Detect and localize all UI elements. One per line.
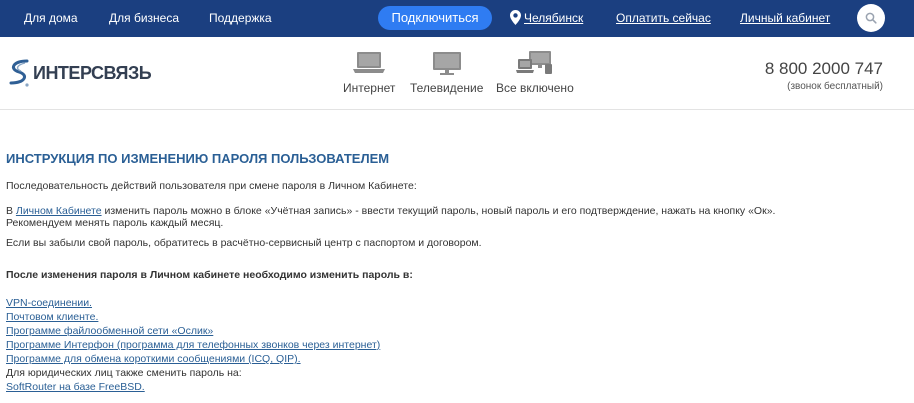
laptop-icon bbox=[353, 52, 386, 73]
nav-home-link[interactable]: Для дома bbox=[24, 11, 78, 25]
p2-rest: изменить пароль можно в блоке «Учётная з… bbox=[101, 205, 776, 217]
vpn-link[interactable]: VPN-соединении. bbox=[6, 296, 886, 310]
phone-block: 8 800 2000 747 (звонок бесплатный) bbox=[765, 59, 883, 92]
intro-paragraph: Последовательность действий пользователя… bbox=[6, 180, 417, 192]
page-title: ИНСТРУКЦИЯ ПО ИЗМЕНЕНИЮ ПАРОЛЯ ПОЛЬЗОВАТ… bbox=[6, 151, 390, 166]
search-button[interactable] bbox=[857, 4, 885, 32]
search-icon bbox=[865, 12, 877, 24]
oslik-link[interactable]: Программе файлообменной сети «Ослик» bbox=[6, 324, 886, 338]
forgot-password-paragraph: Если вы забыли свой пароль, обратитесь в… bbox=[6, 237, 482, 249]
legal-entities-note: Для юридических лиц также сменить пароль… bbox=[6, 367, 242, 379]
p2-prefix: В bbox=[6, 205, 16, 217]
company-logo-icon[interactable] bbox=[7, 57, 33, 89]
nav-business-link[interactable]: Для бизнеса bbox=[109, 11, 179, 25]
interfon-link[interactable]: Программе Интерфон (программа для телефо… bbox=[6, 338, 886, 352]
personal-cabinet-inline-link[interactable]: Личном Кабинете bbox=[16, 205, 102, 217]
service-all-included[interactable]: Все включено bbox=[496, 51, 574, 95]
main-content: ИНСТРУКЦИЯ ПО ИЗМЕНЕНИЮ ПАРОЛЯ ПОЛЬЗОВАТ… bbox=[6, 151, 886, 394]
phone-note: (звонок бесплатный) bbox=[787, 81, 883, 92]
cabinet-instructions-paragraph: В Личном Кабинете изменить пароль можно … bbox=[6, 205, 886, 229]
service-internet[interactable]: Интернет bbox=[343, 51, 395, 95]
messenger-link[interactable]: Программе для обмена короткими сообщения… bbox=[6, 352, 886, 366]
mail-client-link[interactable]: Почтовом клиенте. bbox=[6, 310, 886, 324]
city-selector-link[interactable]: Челябинск bbox=[524, 11, 583, 25]
p2-recommendation: Рекомендуем менять пароль каждый месяц. bbox=[6, 217, 224, 229]
service-all-included-label: Все включено bbox=[496, 81, 574, 95]
password-locations-list: VPN-соединении. Почтовом клиенте. Програ… bbox=[6, 296, 886, 394]
nav-support-link[interactable]: Поддержка bbox=[209, 11, 272, 25]
site-header: ИНТЕРСВЯЗЬ Интернет Телевидение Все вклю… bbox=[0, 37, 914, 110]
tv-icon bbox=[432, 52, 461, 75]
company-logo-text[interactable]: ИНТЕРСВЯЗЬ bbox=[33, 63, 152, 84]
service-tv-label: Телевидение bbox=[410, 81, 484, 95]
personal-cabinet-link[interactable]: Личный кабинет bbox=[740, 11, 830, 25]
phone-number[interactable]: 8 800 2000 747 bbox=[765, 59, 883, 79]
bundle-devices-icon bbox=[515, 51, 552, 74]
top-navigation-bar: Для дома Для бизнеса Поддержка Подключит… bbox=[0, 0, 914, 37]
softrouter-link[interactable]: SoftRouter на базе FreeBSD. bbox=[6, 380, 886, 394]
pay-now-link[interactable]: Оплатить сейчас bbox=[616, 11, 711, 25]
service-tv[interactable]: Телевидение bbox=[410, 51, 483, 95]
service-internet-label: Интернет bbox=[343, 81, 396, 95]
change-password-heading: После изменения пароля в Личном кабинете… bbox=[6, 269, 413, 281]
location-pin-icon bbox=[510, 10, 521, 25]
connect-button[interactable]: Подключиться bbox=[378, 6, 492, 30]
